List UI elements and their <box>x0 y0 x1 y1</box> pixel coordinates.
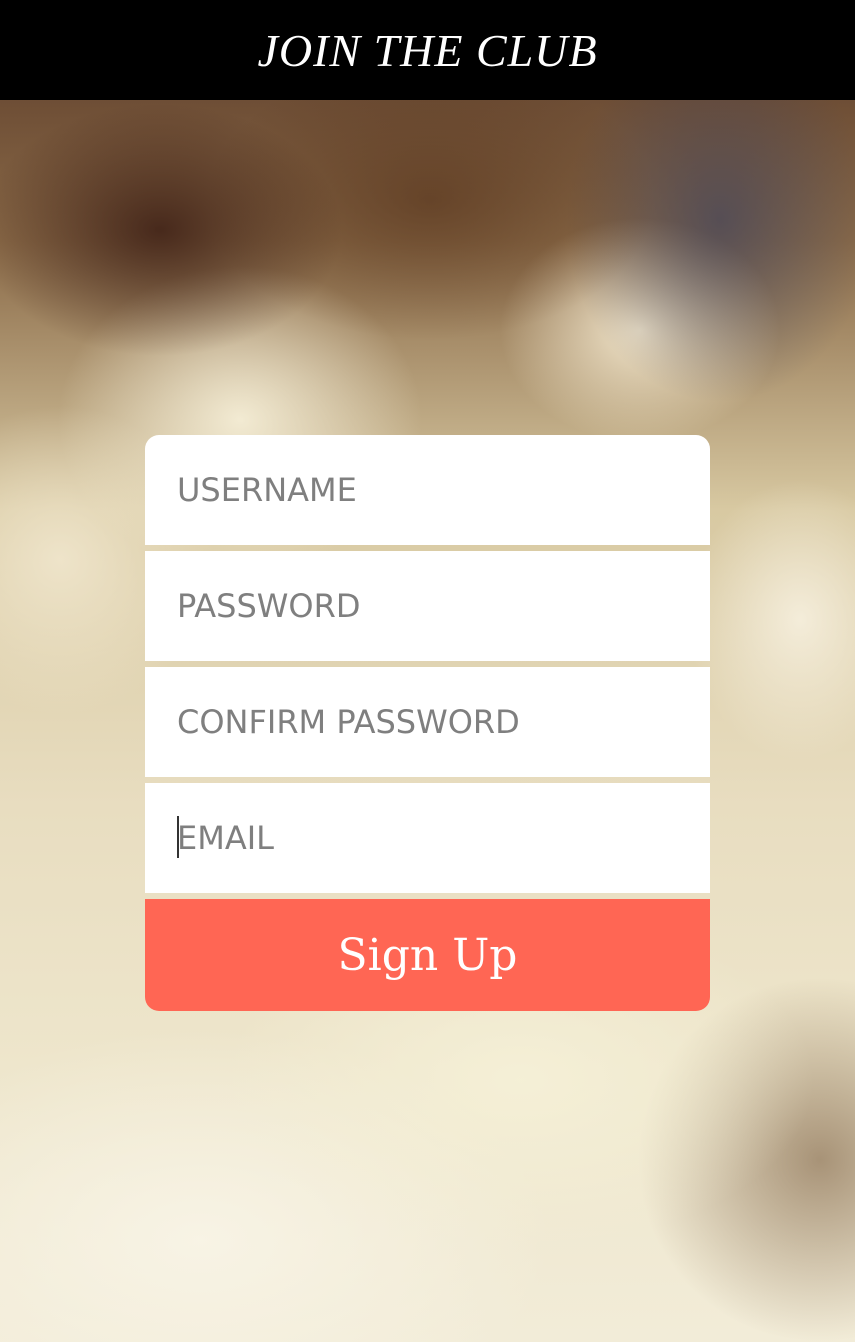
email-field-container <box>145 783 710 893</box>
username-field-container <box>145 435 710 545</box>
header-bar: JOIN THE CLUB <box>0 0 855 100</box>
email-input[interactable] <box>177 783 710 893</box>
signup-form: Sign Up <box>145 435 710 1011</box>
text-caret <box>177 816 179 858</box>
username-input[interactable] <box>177 435 710 545</box>
password-input[interactable] <box>177 551 710 661</box>
confirm-password-input[interactable] <box>177 667 710 777</box>
confirm-password-field-container <box>145 667 710 777</box>
sign-up-button[interactable]: Sign Up <box>145 899 710 1011</box>
password-field-container <box>145 551 710 661</box>
page-title: JOIN THE CLUB <box>257 24 598 76</box>
